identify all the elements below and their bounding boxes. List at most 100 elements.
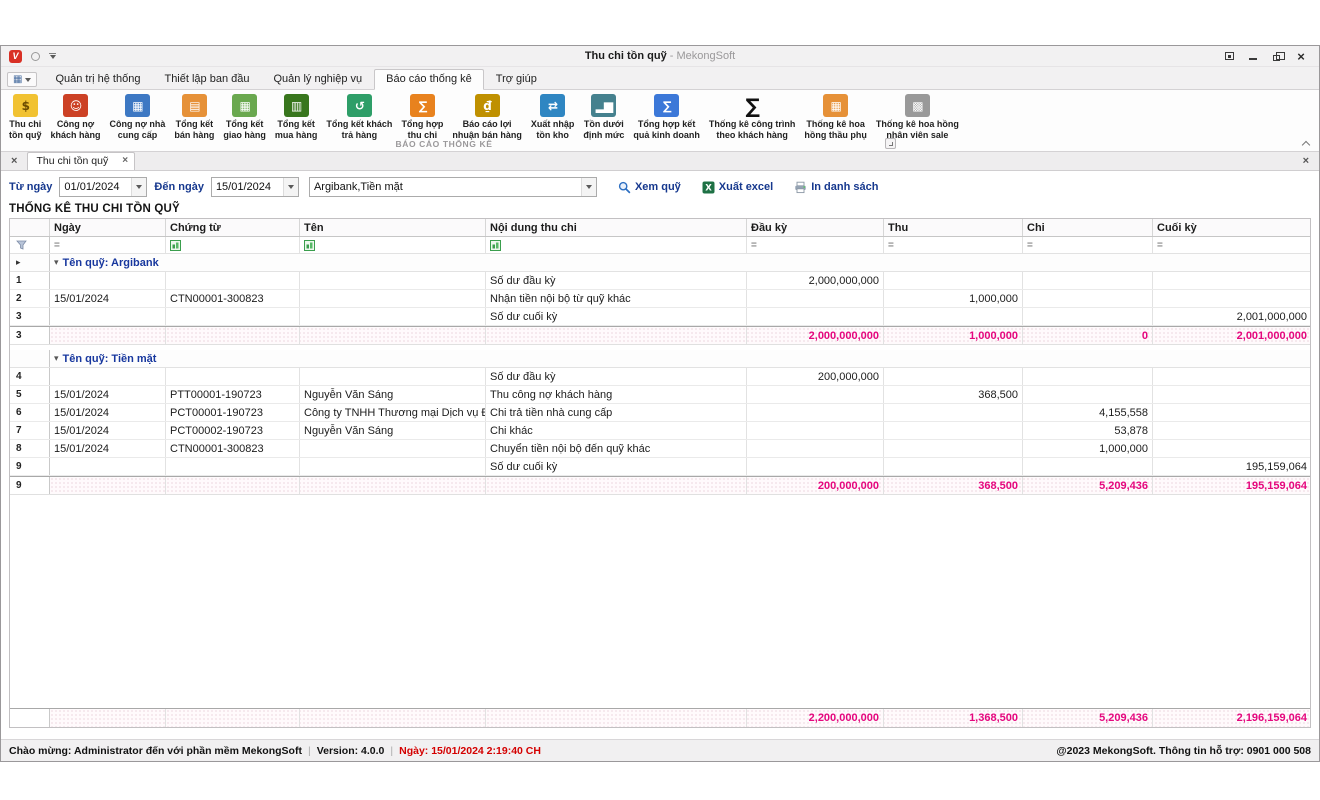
cell[interactable]: 2,001,000,000	[1153, 308, 1311, 325]
app-menu-button[interactable]: ▦	[7, 72, 37, 87]
cell[interactable]	[747, 422, 884, 439]
cell[interactable]	[1023, 386, 1153, 403]
cell[interactable]: Số dư cuối kỳ	[486, 308, 747, 325]
cell[interactable]	[884, 422, 1023, 439]
calendar-dropdown-icon[interactable]	[283, 178, 298, 196]
cell[interactable]: Số dư đầu kỳ	[486, 368, 747, 385]
table-row[interactable]: 1Số dư đầu kỳ2,000,000,000	[10, 272, 1310, 290]
cell[interactable]: Nguyễn Văn Sáng	[300, 386, 486, 403]
ribbon-button-6[interactable]: ↺Tổng kết kháchtrả hàng	[322, 93, 396, 141]
cell[interactable]	[1153, 272, 1311, 289]
cell[interactable]: 200,000,000	[747, 368, 884, 385]
minimize-icon[interactable]	[1241, 48, 1265, 65]
ribbon-tab-4[interactable]: Trợ giúp	[484, 69, 549, 90]
cell[interactable]	[884, 308, 1023, 325]
ribbon-button-10[interactable]: ▂▆Tồn dướiđịnh mức	[579, 93, 628, 141]
close-document-icon[interactable]: ×	[1301, 156, 1311, 170]
cell[interactable]	[884, 272, 1023, 289]
ribbon-button-8[interactable]: ₫Báo cáo lợinhuận bán hàng	[448, 93, 526, 141]
filter-cell-2[interactable]	[300, 237, 486, 253]
table-row[interactable]: 715/01/2024PCT00002-190723Nguyễn Văn Sán…	[10, 422, 1310, 440]
ribbon-tab-1[interactable]: Thiết lập ban đầu	[152, 69, 261, 90]
ribbon-button-11[interactable]: ∑Tổng hợp kếtquả kinh doanh	[629, 93, 704, 141]
column-header-5[interactable]: Thu	[884, 219, 1023, 236]
table-row[interactable]: 815/01/2024CTN00001-300823Chuyển tiền nộ…	[10, 440, 1310, 458]
calendar-dropdown-icon[interactable]	[131, 178, 146, 196]
group-header[interactable]: ▾Tên quỹ: Argibank	[50, 254, 1311, 271]
ribbon-button-2[interactable]: ▦Công nợ nhàcung cấp	[106, 93, 170, 141]
cell[interactable]: Số dư đầu kỳ	[486, 272, 747, 289]
ribbon-button-5[interactable]: ▥Tổng kếtmua hàng	[271, 93, 322, 141]
cell[interactable]: PTT00001-190723	[166, 386, 300, 403]
filter-cell-5[interactable]: =	[884, 237, 1023, 253]
ribbon-tab-2[interactable]: Quản lý nghiệp vụ	[261, 69, 374, 90]
column-header-1[interactable]: Chứng từ	[166, 219, 300, 236]
cell[interactable]	[1023, 308, 1153, 325]
cell[interactable]	[50, 272, 166, 289]
group-expand-icon[interactable]: ▾	[54, 258, 59, 268]
column-header-0[interactable]: Ngày	[50, 219, 166, 236]
table-row[interactable]: 515/01/2024PTT00001-190723Nguyễn Văn Sán…	[10, 386, 1310, 404]
cell[interactable]: 15/01/2024	[50, 386, 166, 403]
cell[interactable]: 4,155,558	[1023, 404, 1153, 421]
cell[interactable]: Công ty TNHH Thương mại Dịch vụ Điện n..…	[300, 404, 486, 421]
cell[interactable]: Nhận tiền nội bộ từ quỹ khác	[486, 290, 747, 307]
cell[interactable]: PCT00001-190723	[166, 404, 300, 421]
cell[interactable]: Nguyễn Văn Sáng	[300, 422, 486, 439]
cell[interactable]	[884, 458, 1023, 475]
cell[interactable]	[166, 308, 300, 325]
cell[interactable]: 15/01/2024	[50, 290, 166, 307]
ribbon-button-3[interactable]: ▤Tổng kếtbán hàng	[170, 93, 218, 141]
cell[interactable]: 195,159,064	[1153, 458, 1311, 475]
cell[interactable]	[1023, 290, 1153, 307]
filter-cell-3[interactable]	[486, 237, 747, 253]
cell[interactable]	[300, 368, 486, 385]
table-row[interactable]: 215/01/2024CTN00001-300823Nhận tiền nội …	[10, 290, 1310, 308]
cell[interactable]: CTN00001-300823	[166, 440, 300, 457]
cell[interactable]	[1153, 368, 1311, 385]
cell[interactable]	[166, 368, 300, 385]
cell[interactable]: Chi trả tiền nhà cung cấp	[486, 404, 747, 421]
group-row-0[interactable]: ▸▾Tên quỹ: Argibank	[10, 254, 1310, 272]
cell[interactable]	[300, 308, 486, 325]
group-row-1[interactable]: ▾Tên quỹ: Tiền mặt	[10, 350, 1310, 368]
cell[interactable]	[1153, 290, 1311, 307]
ribbon-button-12[interactable]: ∑Thống kê công trìnhtheo khách hàng	[705, 93, 800, 141]
cell[interactable]	[884, 440, 1023, 457]
filter-cell-6[interactable]: =	[1023, 237, 1153, 253]
cell[interactable]: 15/01/2024	[50, 440, 166, 457]
filter-cell-7[interactable]: =	[1153, 237, 1311, 253]
cell[interactable]	[300, 458, 486, 475]
cell[interactable]	[300, 290, 486, 307]
fullscreen-icon[interactable]	[1217, 48, 1241, 65]
filter-cell-4[interactable]: =	[747, 237, 884, 253]
cell[interactable]: Số dư cuối kỳ	[486, 458, 747, 475]
cell[interactable]: 1,000,000	[1023, 440, 1153, 457]
ribbon-collapse-icon[interactable]	[1302, 141, 1310, 149]
cell[interactable]: Thu công nợ khách hàng	[486, 386, 747, 403]
cell[interactable]: Chi khác	[486, 422, 747, 439]
cell[interactable]	[1023, 368, 1153, 385]
fund-dropdown-icon[interactable]	[581, 178, 596, 196]
cell[interactable]: 2,000,000,000	[747, 272, 884, 289]
table-row[interactable]: 615/01/2024PCT00001-190723Công ty TNHH T…	[10, 404, 1310, 422]
close-all-tabs-icon[interactable]: ×	[9, 156, 19, 170]
app-logo-icon[interactable]: V	[9, 50, 22, 63]
cell[interactable]	[166, 458, 300, 475]
print-list-button[interactable]: In danh sách	[794, 181, 878, 194]
ribbon-tab-3[interactable]: Báo cáo thống kê	[374, 69, 484, 90]
cell[interactable]	[1153, 386, 1311, 403]
cell[interactable]	[747, 308, 884, 325]
ribbon-button-4[interactable]: ▦Tổng kếtgiao hàng	[219, 93, 270, 141]
cell[interactable]: 53,878	[1023, 422, 1153, 439]
ribbon-button-7[interactable]: ∑Tổng hợpthu chi	[397, 93, 447, 141]
ribbon-tab-0[interactable]: Quản trị hệ thống	[43, 69, 152, 90]
group-expand-icon[interactable]: ▾	[54, 354, 59, 364]
ribbon-button-1[interactable]: ☺Công nợkhách hàng	[47, 93, 105, 141]
group-dialog-launcher-icon[interactable]	[885, 138, 896, 149]
tab-close-icon[interactable]: ×	[122, 156, 128, 166]
column-header-7[interactable]: Cuối kỳ	[1153, 219, 1311, 236]
cell[interactable]	[747, 290, 884, 307]
cell[interactable]	[747, 386, 884, 403]
cell[interactable]	[884, 368, 1023, 385]
